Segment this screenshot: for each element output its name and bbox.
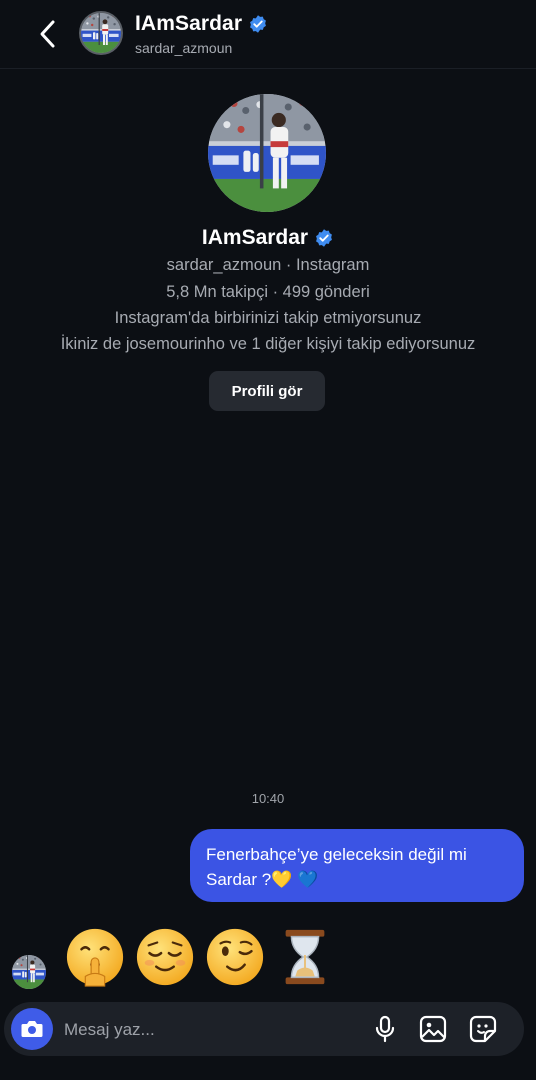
profile-mutual-follows: İkiniz de josemourinho ve 1 diğer kişiyi…: [60, 335, 476, 353]
sticker-button[interactable]: [468, 1014, 498, 1044]
profile-handle-line: sardar_azmoun · Instagram: [166, 256, 370, 274]
avatar-image: [208, 94, 326, 212]
header-username: sardar_azmoun: [135, 40, 233, 56]
hourglass-emoji: [285, 929, 325, 985]
message-timestamp: 10:40: [251, 791, 285, 806]
chevron-left-icon: [40, 20, 55, 48]
received-emoji-message[interactable]: [64, 923, 336, 991]
microphone-button[interactable]: [370, 1014, 400, 1044]
camera-icon: [21, 1021, 43, 1037]
sticker-icon: [469, 1015, 497, 1043]
gallery-icon: [419, 1015, 447, 1043]
sent-message-bubble[interactable]: Fenerbahçe’ye geleceksin değil mi Sardar…: [190, 829, 524, 902]
profile-display-name: IAmSardar: [201, 226, 309, 249]
profile-avatar[interactable]: [208, 94, 326, 212]
message-text-line: Sardar ?💛 💙: [206, 867, 508, 892]
microphone-icon: [375, 1015, 395, 1043]
gallery-button[interactable]: [418, 1014, 448, 1044]
heart-emojis: 💛 💙: [271, 870, 319, 889]
thread-header: IAmSardar sardar_azmoun: [0, 0, 536, 69]
header-avatar[interactable]: [79, 11, 123, 55]
winking-face-emoji: [206, 928, 264, 986]
header-display-name: IAmSardar: [135, 12, 243, 35]
dm-thread-screen: IAmSardar sardar_azmoun IAmSardar sardar…: [0, 0, 536, 1080]
message-input[interactable]: [62, 1010, 356, 1050]
avatar-image: [12, 955, 46, 989]
profile-follow-status: Instagram'da birbirinizi takip etmiyorsu…: [114, 309, 422, 327]
view-profile-button[interactable]: Profili gör: [209, 371, 325, 411]
relieved-face-emoji: [136, 928, 194, 986]
camera-button[interactable]: [11, 1008, 53, 1050]
message-text-line-2: Sardar ?: [206, 870, 272, 889]
profile-name-row: IAmSardar: [0, 224, 536, 252]
shushing-face-emoji: [66, 928, 124, 987]
avatar-image: [81, 13, 121, 53]
message-text-line: Fenerbahçe’ye geleceksin değil mi: [206, 845, 467, 864]
message-composer: [4, 1002, 524, 1056]
header-title[interactable]: IAmSardar: [135, 12, 268, 36]
sender-avatar[interactable]: [12, 955, 46, 989]
verified-badge-icon: [248, 14, 268, 34]
verified-badge-icon: [314, 228, 334, 248]
profile-stats-line: 5,8 Mn takipçi · 499 gönderi: [166, 283, 370, 301]
back-button[interactable]: [30, 16, 64, 52]
